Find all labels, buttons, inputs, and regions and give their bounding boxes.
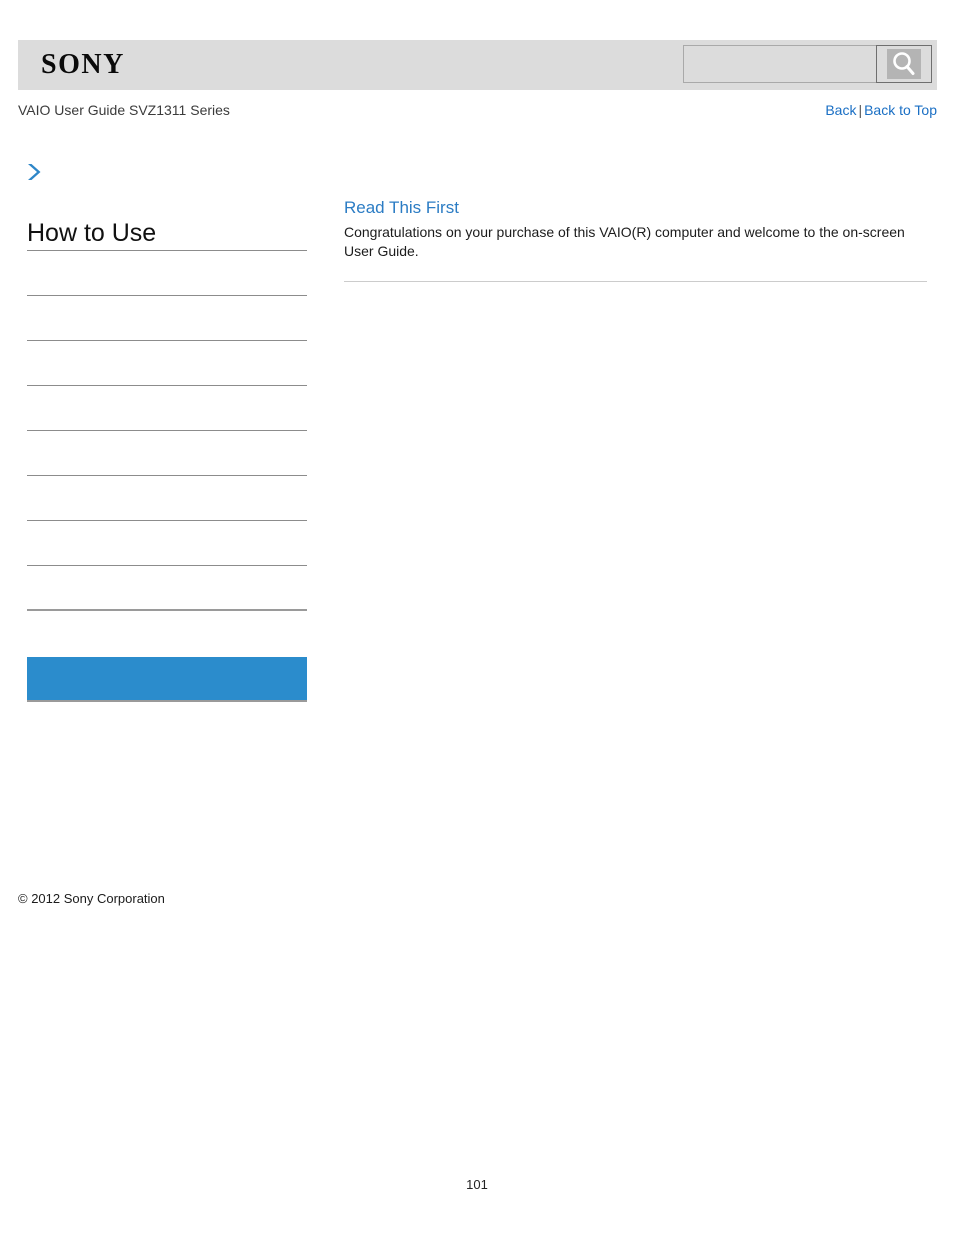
copyright-notice: © 2012 Sony Corporation (18, 891, 165, 906)
sidebar-item[interactable] (27, 296, 307, 341)
sidebar-item[interactable] (27, 251, 307, 296)
back-to-top-link[interactable]: Back to Top (864, 102, 937, 118)
main-content: Read This First Congratulations on your … (344, 196, 927, 282)
search-button[interactable] (876, 45, 932, 83)
content-body-text: Congratulations on your purchase of this… (344, 224, 905, 259)
sidebar-heading: How to Use (27, 219, 157, 247)
site-header: SONY (18, 40, 937, 90)
chevron-right-icon[interactable] (24, 161, 44, 183)
subheader: VAIO User Guide SVZ1311 Series Back | Back… (18, 100, 937, 122)
search-icon (887, 49, 921, 79)
sidebar-item[interactable] (27, 521, 307, 566)
sony-logo: SONY (41, 49, 125, 80)
sidebar-item[interactable] (27, 566, 307, 611)
sidebar-item[interactable] (27, 341, 307, 386)
header-navigation-links: Back | Back to Top (825, 100, 937, 120)
page-title: VAIO User Guide SVZ1311 Series (18, 102, 230, 118)
content-title-link[interactable]: Read This First (344, 196, 927, 220)
sidebar-nav-list (27, 251, 307, 702)
sidebar-item[interactable] (27, 386, 307, 431)
sidebar-item[interactable] (27, 476, 307, 521)
link-separator: | (858, 102, 863, 118)
sidebar-item-selected[interactable] (27, 657, 307, 702)
page-number: 101 (466, 1177, 488, 1192)
search-input[interactable] (683, 45, 876, 83)
search-area (683, 45, 932, 85)
back-link[interactable]: Back (825, 102, 856, 118)
sidebar-item[interactable] (27, 431, 307, 476)
content-divider (344, 281, 927, 282)
